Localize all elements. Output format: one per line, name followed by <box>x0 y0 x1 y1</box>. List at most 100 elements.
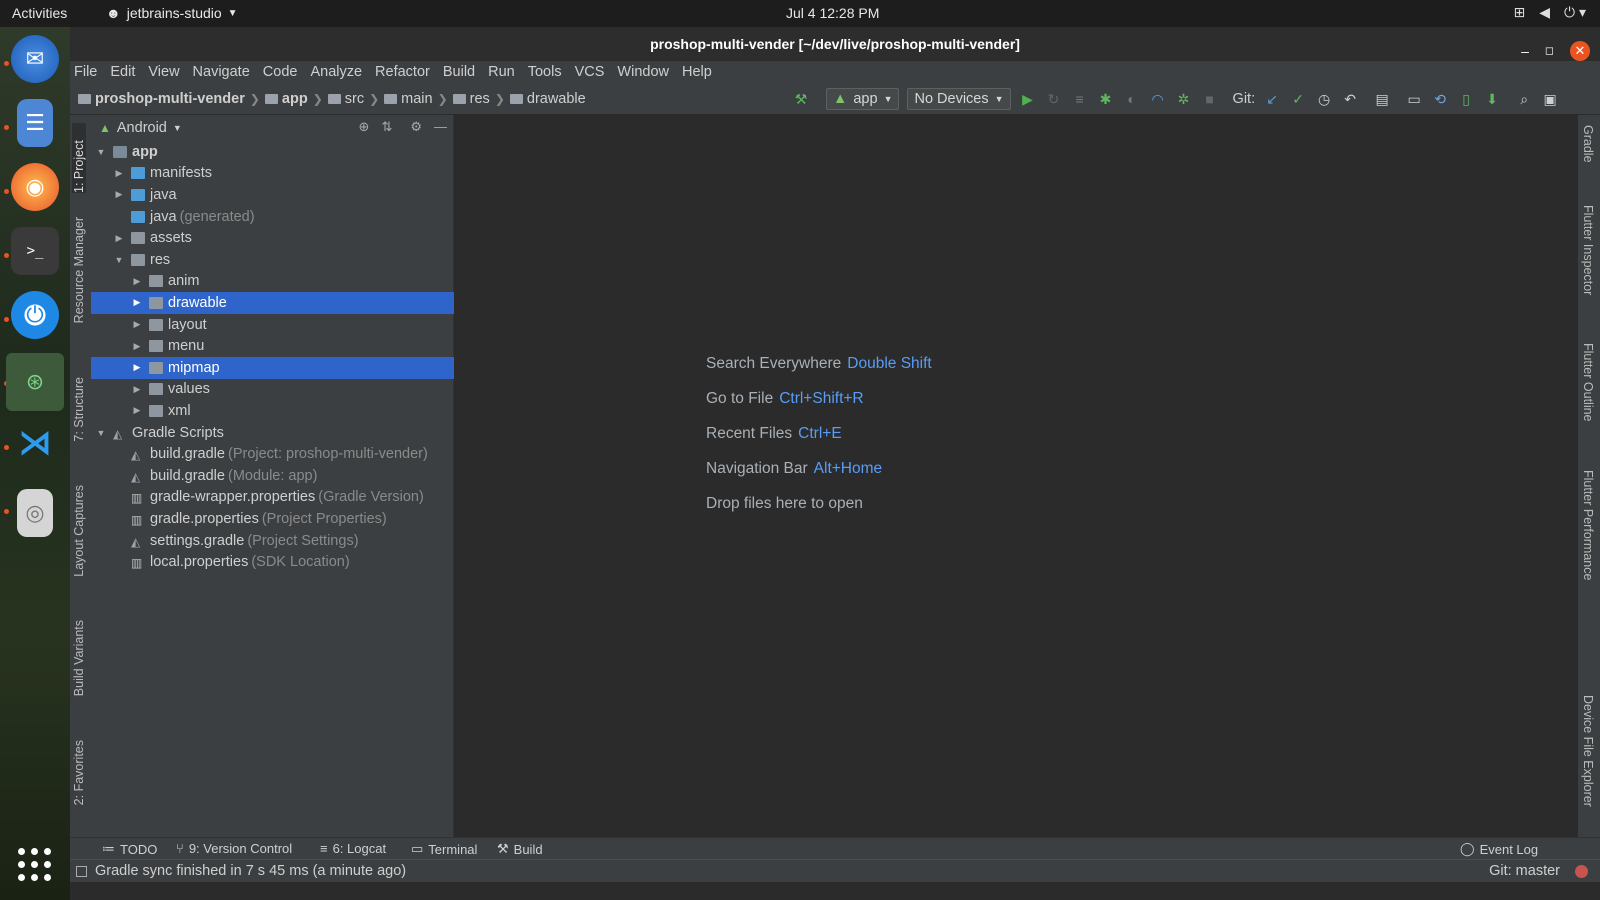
files-icon[interactable]: ☰ <box>17 99 53 147</box>
editor-area[interactable]: Search Everywhere Double Shift Go to File… <box>455 115 1578 837</box>
menu-vcs[interactable]: VCS <box>575 61 611 85</box>
menu-edit[interactable]: Edit <box>110 61 141 85</box>
tree-item[interactable]: ▶ layout <box>91 314 454 336</box>
run-icon[interactable]: ▶ <box>1019 91 1037 108</box>
tab-structure[interactable]: 7: Structure <box>72 377 86 442</box>
toggle-tool-windows-icon[interactable] <box>76 866 87 877</box>
collapsed-arrow-icon[interactable]: ▶ <box>131 362 143 373</box>
collapsed-arrow-icon[interactable]: ▶ <box>113 168 125 179</box>
hide-icon[interactable]: — <box>434 119 447 135</box>
locate-icon[interactable]: ⊕ <box>359 119 370 135</box>
debug-icon[interactable]: ✱ <box>1097 91 1115 108</box>
thunderbird-icon[interactable]: ✉ <box>11 35 59 83</box>
tree-item[interactable]: ◭ settings.gradle (Project Settings) <box>91 530 454 552</box>
status-message[interactable]: Gradle sync finished in 7 s 45 ms (a min… <box>95 863 406 879</box>
collapsed-arrow-icon[interactable]: ▶ <box>131 319 143 330</box>
stop-icon[interactable]: ■ <box>1201 91 1219 107</box>
tree-item[interactable]: ▶ manifests <box>91 163 454 185</box>
crumb-project[interactable]: proshop-multi-vender <box>78 91 245 107</box>
tab-build[interactable]: ⚒ Build <box>497 841 543 857</box>
git-rollback-icon[interactable]: ↶ <box>1341 91 1359 108</box>
tab-resource-manager[interactable]: Resource Manager <box>72 217 86 323</box>
menu-window[interactable]: Window <box>617 61 675 85</box>
app-menu[interactable]: ☻ jetbrains-studio ▼ <box>106 5 238 21</box>
crumb-src[interactable]: src <box>327 91 364 107</box>
volume-icon[interactable]: ◀ <box>1539 4 1550 21</box>
expanded-arrow-icon[interactable]: ▼ <box>113 255 125 265</box>
tab-flutter-outline[interactable]: Flutter Outline <box>1581 343 1595 422</box>
window-titlebar[interactable]: proshop-multi-vender [~/dev/live/proshop… <box>70 27 1600 61</box>
crumb-app[interactable]: app <box>264 91 308 107</box>
tab-flutter-inspector[interactable]: Flutter Inspector <box>1581 205 1595 295</box>
tree-item[interactable]: ▼ res <box>91 249 454 271</box>
project-view-select[interactable]: Android <box>117 120 167 136</box>
tab-favorites[interactable]: 2: Favorites <box>72 740 86 805</box>
git-update-icon[interactable]: ↙ <box>1263 91 1281 108</box>
menu-refactor[interactable]: Refactor <box>375 61 436 85</box>
sync-gradle-icon[interactable]: ⟲ <box>1431 91 1449 108</box>
menu-view[interactable]: View <box>148 61 185 85</box>
crumb-res[interactable]: res <box>452 91 490 107</box>
coverage-icon[interactable]: ◐ <box>1123 91 1141 107</box>
close-icon[interactable]: ✕ <box>1570 41 1590 61</box>
device-select[interactable]: No Devices ▼ <box>907 88 1011 110</box>
tab-event-log[interactable]: ◯ Event Log <box>1460 841 1538 857</box>
collapsed-arrow-icon[interactable]: ▶ <box>131 297 143 308</box>
tree-item[interactable]: ◭ build.gradle (Module: app) <box>91 465 454 487</box>
tab-build-variants[interactable]: Build Variants <box>72 620 86 696</box>
menu-build[interactable]: Build <box>443 61 481 85</box>
tree-item[interactable]: ▶ mipmap <box>91 357 454 379</box>
vscode-icon[interactable]: ⋊ <box>11 419 59 467</box>
gear-icon[interactable]: ⚙ <box>410 119 422 135</box>
collapsed-arrow-icon[interactable]: ▶ <box>113 189 125 200</box>
expanded-arrow-icon[interactable]: ▼ <box>95 428 107 438</box>
tab-logcat[interactable]: ≡ 6: Logcat <box>320 841 386 856</box>
menu-tools[interactable]: Tools <box>528 61 568 85</box>
error-indicator-icon[interactable] <box>1575 865 1588 878</box>
tree-item[interactable]: ▥ local.properties (SDK Location) <box>91 551 454 573</box>
project-structure-icon[interactable]: ▤ <box>1373 91 1391 108</box>
git-history-icon[interactable]: ◷ <box>1315 91 1333 108</box>
tree-item[interactable]: ▶ values <box>91 379 454 401</box>
tree-item[interactable]: ▶ xml <box>91 400 454 422</box>
disk-icon[interactable]: ◎ <box>17 489 53 537</box>
menu-code[interactable]: Code <box>263 61 304 85</box>
collapsed-arrow-icon[interactable]: ▶ <box>131 276 143 287</box>
git-commit-icon[interactable]: ✓ <box>1289 91 1307 108</box>
tree-item[interactable]: ▶ java <box>91 184 454 206</box>
tree-item[interactable]: ▥ gradle-wrapper.properties (Gradle Versio… <box>91 487 454 509</box>
tree-item[interactable]: ▥ gradle.properties (Project Properties) <box>91 508 454 530</box>
tab-layout-captures[interactable]: Layout Captures <box>72 485 86 577</box>
timer-icon[interactable]: ⏻ <box>11 291 59 339</box>
hammer-icon[interactable]: ⚒ <box>792 91 810 108</box>
avd-manager-icon[interactable]: ▯ <box>1457 91 1475 108</box>
run-config-select[interactable]: ▲ app ▼ <box>826 88 900 110</box>
collapsed-arrow-icon[interactable]: ▶ <box>131 384 143 395</box>
expanded-arrow-icon[interactable]: ▼ <box>95 147 107 157</box>
menu-file[interactable]: File <box>74 61 103 85</box>
menu-navigate[interactable]: Navigate <box>193 61 256 85</box>
tab-todo[interactable]: ≔ TODO <box>102 841 157 857</box>
git-branch[interactable]: Git: master <box>1489 863 1560 879</box>
search-icon[interactable]: ⌕ <box>1515 91 1533 108</box>
menu-analyze[interactable]: Analyze <box>310 61 368 85</box>
tree-item[interactable]: ▼ app <box>91 141 454 163</box>
tree-item[interactable]: java (generated) <box>91 206 454 228</box>
tab-version-control[interactable]: ⑂ 9: Version Control <box>176 841 292 856</box>
crumb-main[interactable]: main <box>384 91 433 107</box>
collapsed-arrow-icon[interactable]: ▶ <box>113 233 125 244</box>
tab-device-file-explorer[interactable]: Device File Explorer <box>1581 695 1595 807</box>
tab-project[interactable]: 1: Project <box>72 123 86 193</box>
tree-item[interactable]: ▶ menu <box>91 335 454 357</box>
user-icon[interactable]: ▣ <box>1541 91 1559 108</box>
profile-icon[interactable]: ◠ <box>1149 91 1167 108</box>
collapsed-arrow-icon[interactable]: ▶ <box>131 341 143 352</box>
activities-button[interactable]: Activities <box>12 5 67 21</box>
firefox-icon[interactable]: ◉ <box>11 163 59 211</box>
terminal-toolbar-icon[interactable]: ▭ <box>1405 91 1423 108</box>
network-icon[interactable]: ⊞ <box>1513 4 1525 21</box>
sdk-manager-icon[interactable]: ⬇ <box>1483 91 1501 108</box>
tree-item[interactable]: ▶ anim <box>91 271 454 293</box>
tree-item[interactable]: ▼ ◭ Gradle Scripts <box>91 422 454 444</box>
chevron-down-icon[interactable]: ▼ <box>173 123 182 133</box>
